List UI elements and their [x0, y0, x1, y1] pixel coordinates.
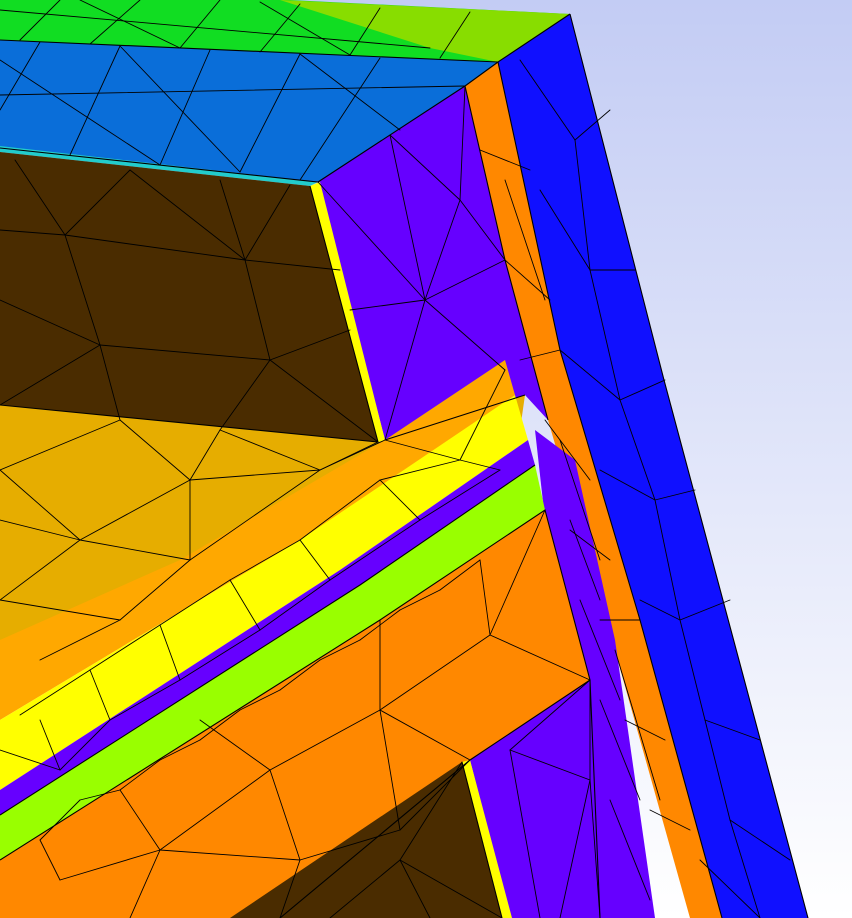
mesh-viewport[interactable] — [0, 0, 852, 918]
mesh-3d-view[interactable] — [0, 0, 852, 918]
